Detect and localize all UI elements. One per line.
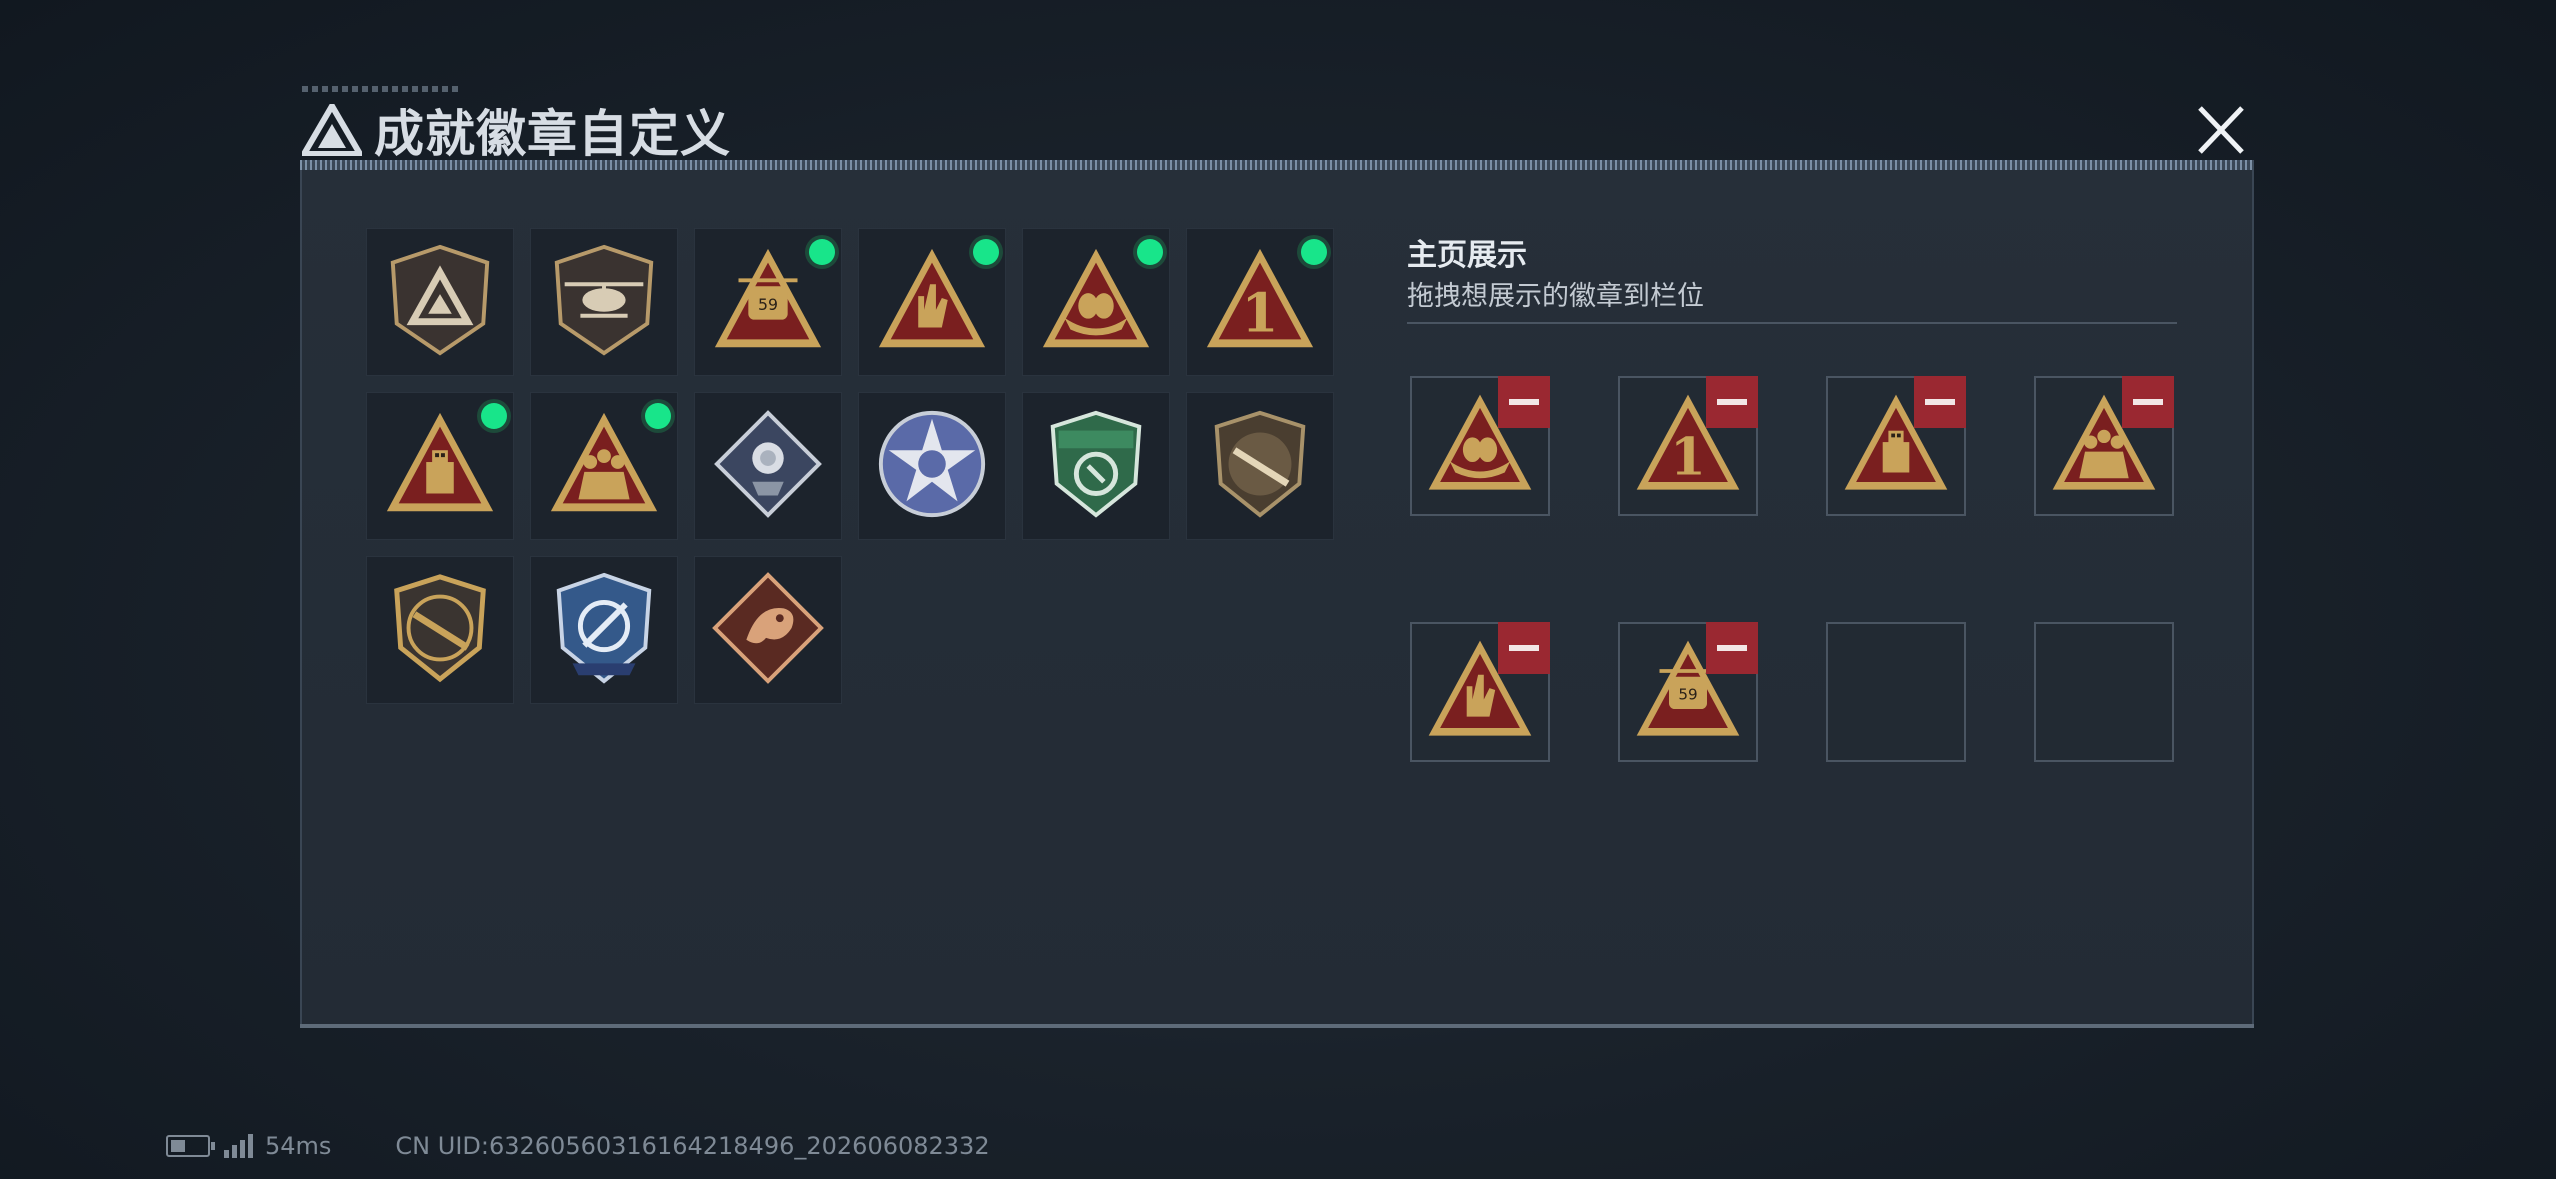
showcase-slot[interactable] (1826, 376, 1966, 516)
badge-collection-grid: 59 1 (366, 228, 1334, 704)
squad-soldiers-badge-icon (545, 405, 663, 527)
new-indicator-dot (481, 403, 507, 429)
showcase-slot-empty[interactable] (2034, 622, 2174, 762)
minus-icon (1509, 645, 1539, 651)
usb-drive-badge-icon (381, 405, 499, 527)
nest-eggs-badge-icon (1037, 241, 1155, 363)
minus-icon (1925, 399, 1955, 405)
new-indicator-dot (973, 239, 999, 265)
minus-icon (2133, 399, 2163, 405)
green-shield-badge-icon (1037, 405, 1155, 527)
badge-cell[interactable] (858, 392, 1006, 540)
showcase-slot[interactable] (2034, 376, 2174, 516)
shield-triangle-badge-icon (381, 241, 499, 363)
remove-badge-button[interactable] (1498, 622, 1550, 674)
new-indicator-dot (809, 239, 835, 265)
remove-badge-button[interactable] (1706, 622, 1758, 674)
new-indicator-dot (1301, 239, 1327, 265)
close-icon (2198, 106, 2244, 154)
dialog-header: 成就徽章自定义 (302, 98, 731, 163)
new-indicator-dot (645, 403, 671, 429)
badge-cell[interactable] (366, 228, 514, 376)
showcase-slot[interactable] (1410, 622, 1550, 762)
crosshair-knife-badge-icon (545, 569, 663, 691)
minus-icon (1509, 399, 1539, 405)
number-one-badge-icon: 1 (1201, 241, 1319, 363)
remove-badge-button[interactable] (1706, 376, 1758, 428)
svg-text:59: 59 (1678, 686, 1697, 704)
game-logo-icon (302, 104, 362, 156)
showcase-slot[interactable]: 59 (1618, 622, 1758, 762)
showcase-slot[interactable]: 1 (1618, 376, 1758, 516)
star-skull-badge-icon (873, 405, 991, 527)
remove-badge-button[interactable] (1914, 376, 1966, 428)
badge-cell[interactable] (1186, 392, 1334, 540)
badge-cell[interactable] (858, 228, 1006, 376)
dialog-title: 成就徽章自定义 (374, 105, 731, 163)
showcase-title: 主页展示 (1407, 238, 1527, 273)
showcase-slot-empty[interactable] (1826, 622, 1966, 762)
title-decoration (302, 86, 462, 92)
status-bar: 54ms CN UID:6326056031616421849​6_202606… (166, 1128, 990, 1164)
badge-cell[interactable] (530, 392, 678, 540)
rifle-shield-badge-icon (1201, 405, 1319, 527)
minus-icon (1717, 399, 1747, 405)
badge-cell[interactable] (694, 556, 842, 704)
rose-diamond-badge-icon (709, 405, 827, 527)
uid-text: CN UID:6326056031616421849​6_20260608233… (395, 1132, 990, 1160)
badge-cell[interactable]: 59 (694, 228, 842, 376)
showcase-slot-grid: 1 59 (1410, 376, 2174, 762)
showcase-divider (1407, 322, 2177, 324)
hand-sign-badge-icon (873, 241, 991, 363)
helicopter-59-badge-icon: 59 (709, 241, 827, 363)
close-button[interactable] (2188, 100, 2254, 160)
badge-cell[interactable]: 1 (1186, 228, 1334, 376)
minus-icon (1717, 645, 1747, 651)
new-indicator-dot (1137, 239, 1163, 265)
showcase-slot[interactable] (1410, 376, 1550, 516)
signal-icon (224, 1134, 253, 1158)
svg-text:1: 1 (1242, 281, 1279, 344)
remove-badge-button[interactable] (1498, 376, 1550, 428)
badge-cell[interactable] (366, 392, 514, 540)
svg-text:59: 59 (758, 295, 778, 314)
badge-cell[interactable] (694, 392, 842, 540)
badge-cell[interactable] (530, 228, 678, 376)
badge-cell[interactable] (1022, 392, 1170, 540)
ping-text: 54ms (265, 1132, 332, 1160)
battery-icon (166, 1135, 215, 1157)
helicopter-badge-icon (545, 241, 663, 363)
svg-text:1: 1 (1670, 427, 1706, 487)
dialog-bottom-border (300, 1024, 2254, 1028)
remove-badge-button[interactable] (2122, 376, 2174, 428)
badge-cell[interactable] (530, 556, 678, 704)
dragon-diamond-badge-icon (709, 569, 827, 691)
badge-cell[interactable] (366, 556, 514, 704)
showcase-hint: 拖拽想展示的徽章到栏位 (1407, 281, 1704, 312)
badge-cell[interactable] (1022, 228, 1170, 376)
gold-rifle-badge-icon (381, 569, 499, 691)
